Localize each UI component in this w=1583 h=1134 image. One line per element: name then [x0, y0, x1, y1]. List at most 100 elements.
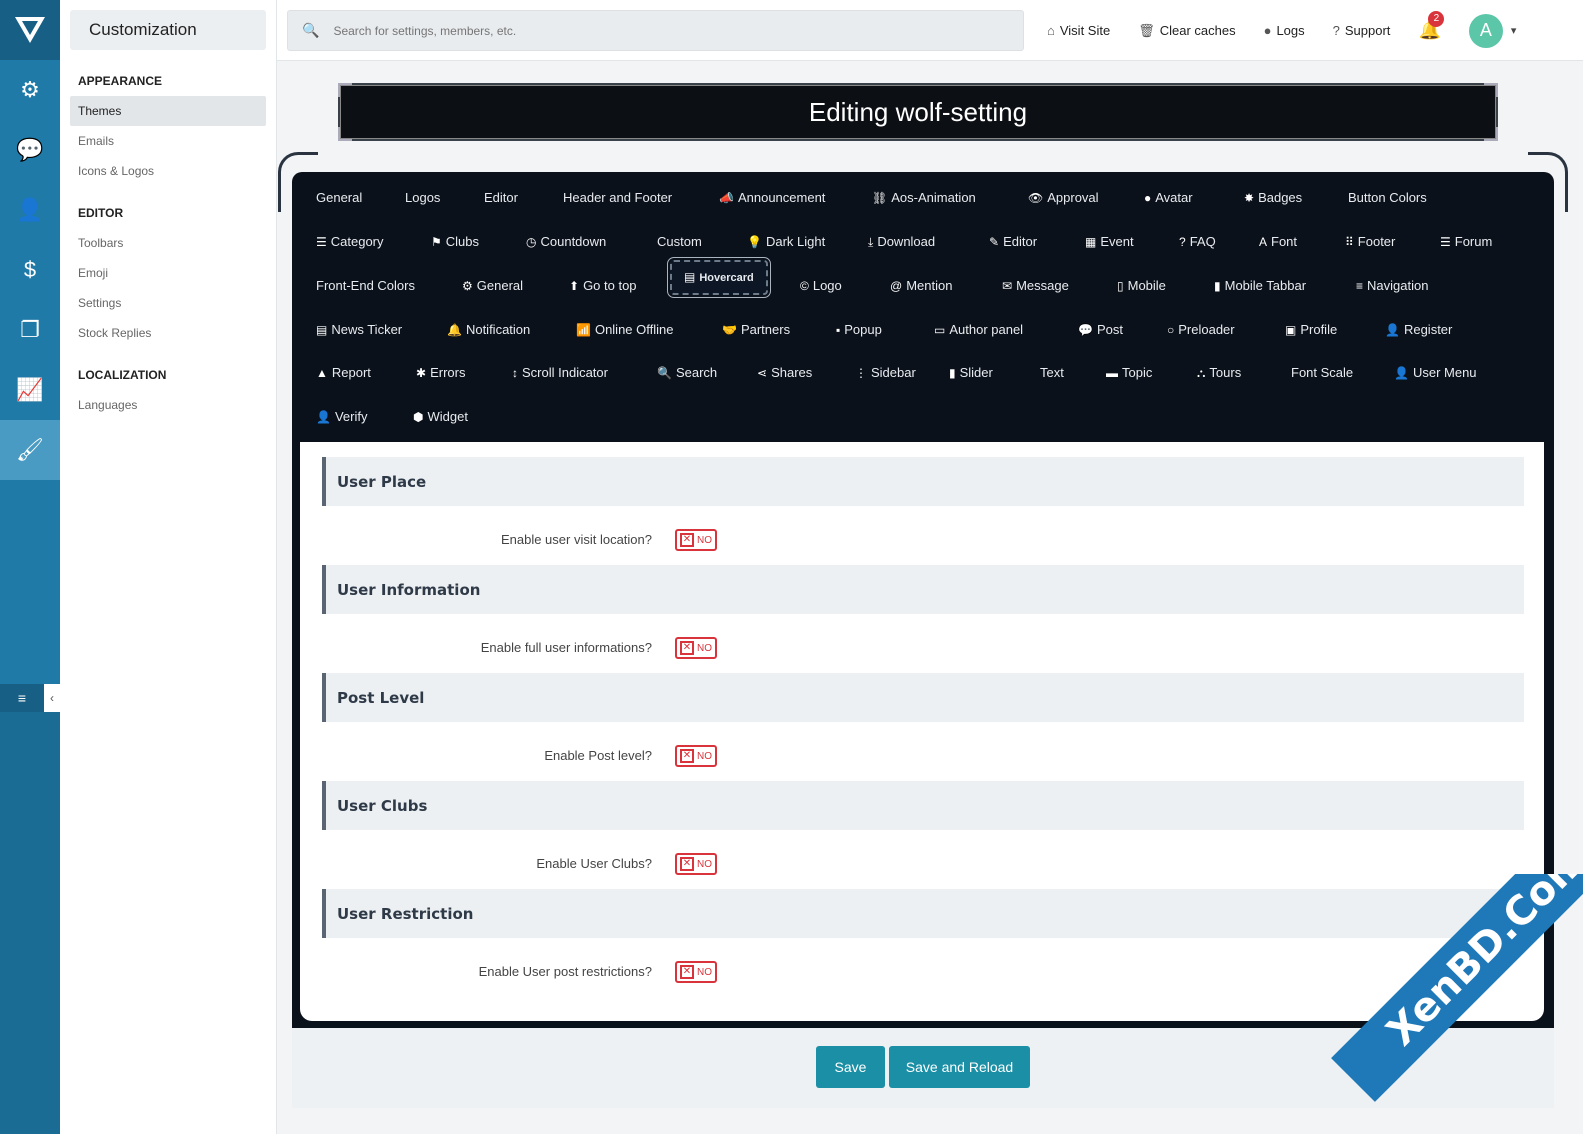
tab-errors[interactable]: ✱ Errors — [416, 365, 465, 381]
tab-navigation[interactable]: ≡ Navigation — [1356, 278, 1428, 294]
tab-dark-light[interactable]: 💡 Dark Light — [747, 234, 825, 250]
chevron-down-icon[interactable]: ▾ — [1511, 24, 1517, 37]
tab-go-to-top[interactable]: ⬆ Go to top — [569, 278, 637, 294]
gear-icon[interactable]: ⚙ — [0, 60, 60, 120]
tab-category[interactable]: ☰ Category — [316, 234, 384, 250]
logs-link[interactable]: ● Logs — [1264, 23, 1305, 38]
toggle-user-information[interactable]: ✕ NO — [675, 637, 717, 659]
tab-font[interactable]: A Font — [1259, 234, 1297, 250]
tab-report[interactable]: ▲ Report — [316, 365, 371, 381]
tab-register[interactable]: 👤 Register — [1385, 322, 1452, 338]
tab-download[interactable]: ⤓ Download — [868, 234, 935, 250]
save-reload-button[interactable]: Save and Reload — [889, 1046, 1030, 1088]
tab-popup[interactable]: ▪ Popup — [836, 322, 882, 338]
chevron-left-icon[interactable]: ‹ — [44, 684, 60, 712]
nav-item-icons-logos[interactable]: Icons & Logos — [60, 156, 276, 186]
tab-mention[interactable]: @ Mention — [890, 278, 952, 294]
tab-clubs[interactable]: ⚑ Clubs — [431, 234, 479, 250]
tab-mobile[interactable]: ▯ Mobile — [1117, 278, 1166, 294]
logo-icon — [15, 17, 45, 43]
tab-faq[interactable]: ? FAQ — [1179, 234, 1216, 250]
tab-button-colors[interactable]: Button Colors — [1348, 190, 1427, 206]
tab-mobile-tabbar[interactable]: ▮ Mobile Tabbar — [1214, 278, 1306, 294]
nav-item-emoji[interactable]: Emoji — [60, 258, 276, 288]
tab-footer[interactable]: ⠿ Footer — [1345, 234, 1395, 250]
user-icon[interactable]: 👤 — [0, 180, 60, 240]
badge-icon: ✸ — [1244, 191, 1255, 205]
tab-header-footer[interactable]: Header and Footer — [563, 190, 672, 206]
save-button[interactable]: Save — [816, 1046, 885, 1088]
tab-logo[interactable]: © Logo — [800, 278, 842, 294]
tab-tours[interactable]: ⛬ Tours — [1197, 365, 1241, 381]
nav-item-languages[interactable]: Languages — [60, 390, 276, 420]
list-icon: ☰ — [316, 235, 327, 249]
tab-announcement[interactable]: 📣 Announcement — [719, 190, 825, 206]
tab-slider[interactable]: ▮ Slider — [949, 365, 993, 381]
nav-item-themes[interactable]: Themes — [70, 96, 266, 126]
flag-icon: ⚑ — [431, 235, 442, 249]
nav-item-emails[interactable]: Emails — [60, 126, 276, 156]
tab-avatar[interactable]: ● Avatar — [1144, 190, 1193, 206]
visit-site-link[interactable]: ⌂ Visit Site — [1047, 23, 1110, 38]
clear-caches-link[interactable]: 🗑 Clear caches — [1138, 23, 1235, 39]
tab-message[interactable]: ✉ Message — [1002, 278, 1069, 294]
tab-topic[interactable]: ▬ Topic — [1106, 365, 1152, 381]
tab-forum[interactable]: ☰ Forum — [1440, 234, 1492, 250]
tab-widget[interactable]: ⬢ Widget — [413, 409, 468, 425]
nav-item-settings[interactable]: Settings — [60, 288, 276, 318]
mobile-icon: ▮ — [1214, 279, 1221, 293]
tab-label: Preloader — [1178, 322, 1235, 337]
teacher-icon: ▭ — [934, 323, 946, 337]
tab-badges[interactable]: ✸ Badges — [1244, 190, 1302, 206]
tab-sidebar[interactable]: ⋮ Sidebar — [855, 365, 916, 381]
tab-partners[interactable]: 🤝 Partners — [722, 322, 790, 338]
close-icon: ✕ — [680, 857, 694, 871]
app-logo[interactable] — [0, 0, 60, 60]
dollar-icon[interactable]: $ — [0, 240, 60, 300]
tab-editor-2[interactable]: ✎ Editor — [989, 234, 1037, 250]
tab-hovercard[interactable]: ▤ Hovercard — [667, 257, 771, 298]
toggle-user-clubs[interactable]: ✕ NO — [675, 853, 717, 875]
list-icon: ☰ — [1440, 235, 1451, 249]
tab-news-ticker[interactable]: ▤ News Ticker — [316, 322, 402, 338]
avatar[interactable]: A — [1468, 13, 1503, 48]
tab-countdown[interactable]: ◷ Countdown — [526, 234, 606, 250]
tab-front-end-colors[interactable]: Front-End Colors — [316, 278, 415, 294]
tab-general[interactable]: General — [316, 190, 362, 206]
nav-item-toolbars[interactable]: Toolbars — [60, 228, 276, 258]
tab-notification[interactable]: 🔔 Notification — [447, 322, 530, 338]
tab-post[interactable]: 💬 Post — [1078, 322, 1123, 338]
hamburger-icon[interactable]: ≡ — [0, 684, 44, 712]
chart-icon[interactable]: 📈 — [0, 360, 60, 420]
tab-logos[interactable]: Logos — [405, 190, 440, 206]
tab-profile[interactable]: ▣ Profile — [1285, 322, 1337, 338]
tab-preloader[interactable]: ○ Preloader — [1167, 322, 1235, 338]
comments-icon[interactable]: 💬 — [0, 120, 60, 180]
tab-verify[interactable]: 👤 Verify — [316, 409, 367, 425]
support-link[interactable]: ? Support — [1333, 23, 1391, 38]
tab-general-2[interactable]: ⚙ General — [462, 278, 523, 294]
toggle-user-restriction[interactable]: ✕ NO — [675, 961, 717, 983]
tab-approval[interactable]: 👁 Approval — [1028, 190, 1099, 206]
tab-shares[interactable]: ⋖ Shares — [757, 365, 812, 381]
copy-icon[interactable]: ❐ — [0, 300, 60, 360]
tab-editor[interactable]: Editor — [484, 190, 518, 206]
tab-custom[interactable]: Custom — [657, 234, 702, 250]
tab-event[interactable]: ▦ Event — [1085, 234, 1134, 250]
ellipsis-vertical-icon: ⋮ — [855, 366, 867, 380]
tab-user-menu[interactable]: 👤 User Menu — [1394, 365, 1477, 381]
tab-font-scale[interactable]: Font Scale — [1291, 365, 1353, 381]
nav-item-stock-replies[interactable]: Stock Replies — [60, 318, 276, 348]
brush-icon[interactable]: 🖌 — [0, 420, 60, 480]
tab-search[interactable]: 🔍 Search — [657, 365, 717, 381]
tab-text[interactable]: Text — [1040, 365, 1064, 381]
search-input[interactable] — [333, 23, 984, 38]
tab-aos-animation[interactable]: ⛓ Aos-Animation — [872, 190, 976, 206]
tab-author-panel[interactable]: ▭ Author panel — [934, 322, 1023, 338]
toggle-user-place[interactable]: ✕ NO — [675, 529, 717, 551]
comment-icon: ▬ — [1106, 366, 1118, 380]
bell-icon[interactable]: 🔔 2 — [1418, 11, 1445, 41]
tab-online-offline[interactable]: 📶 Online Offline — [576, 322, 673, 338]
toggle-post-level[interactable]: ✕ NO — [675, 745, 717, 767]
tab-scroll-indicator[interactable]: ↕ Scroll Indicator — [512, 365, 608, 381]
